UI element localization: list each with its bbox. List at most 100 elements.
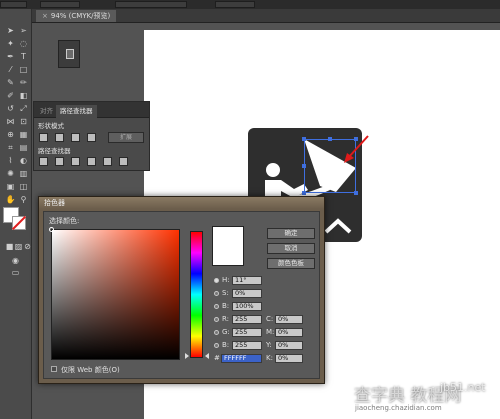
field-label-m: M: (266, 328, 275, 336)
crop-button[interactable] (87, 157, 96, 166)
blue-input[interactable]: 255 (232, 341, 262, 350)
selection-handle[interactable] (302, 164, 306, 168)
radio-blue[interactable] (214, 343, 219, 348)
hand-tool-icon[interactable]: ✋ (5, 194, 16, 205)
wave-chevron (324, 218, 352, 234)
select-color-label: 选择颜色: (49, 217, 80, 225)
eraser-tool-icon[interactable]: ◧ (18, 90, 29, 101)
stroke-color-swatch[interactable] (12, 216, 26, 230)
lasso-tool-icon[interactable]: ◌ (18, 38, 29, 49)
web-only-checkbox[interactable] (51, 366, 57, 372)
hue-slider-arrow-right[interactable] (205, 353, 209, 359)
slice-tool-icon[interactable]: ◫ (18, 181, 29, 192)
cancel-button[interactable]: 取消 (267, 243, 315, 254)
minus-front-button[interactable] (55, 133, 64, 142)
perspective-grid-tool-icon[interactable]: ▦ (18, 129, 29, 140)
drawing-mode-icon[interactable]: ◉ (10, 255, 21, 266)
field-label-h: H: (222, 276, 230, 284)
document-panel-icon[interactable] (66, 49, 74, 59)
divide-button[interactable] (39, 157, 48, 166)
mesh-tool-icon[interactable]: ⌗ (5, 142, 16, 153)
document-tab-bar: × 94% (CMYK/预览) (32, 9, 500, 23)
cyan-input[interactable]: 0% (275, 315, 303, 324)
eyedropper-tool-icon[interactable]: ⌇ (5, 155, 16, 166)
radio-hue[interactable] (214, 278, 219, 283)
hue-input[interactable]: 11° (232, 276, 262, 285)
pathfinder-panel: 对齐 路径查找器 形状模式 扩展 路径查找器 (33, 101, 150, 171)
paintbrush-tool-icon[interactable]: ✎ (5, 77, 16, 88)
dialog-title: 拾色器 (39, 197, 324, 209)
merge-button[interactable] (71, 157, 80, 166)
yellow-input[interactable]: 0% (275, 341, 303, 350)
free-transform-tool-icon[interactable]: ⊡ (18, 116, 29, 127)
spectrum-cursor[interactable] (49, 227, 54, 232)
hue-slider[interactable] (190, 231, 203, 358)
hex-input[interactable]: FFFFFF (221, 354, 262, 363)
control-segment[interactable] (0, 1, 27, 8)
web-only-label: 仅限 Web 颜色(O) (61, 366, 120, 374)
control-segment[interactable] (40, 1, 80, 8)
exclude-button[interactable] (87, 133, 96, 142)
graph-tool-icon[interactable]: ▥ (18, 168, 29, 179)
collapsed-panel[interactable] (58, 40, 80, 68)
document-tab[interactable]: × 94% (CMYK/预览) (36, 10, 117, 22)
rectangle-tool-icon[interactable]: □ (18, 64, 29, 75)
shape-builder-tool-icon[interactable]: ⊕ (5, 129, 16, 140)
black-input[interactable]: 0% (275, 354, 303, 363)
radio-saturation[interactable] (214, 291, 219, 296)
tab-pathfinder[interactable]: 路径查找器 (56, 105, 97, 118)
magic-wand-tool-icon[interactable]: ✦ (5, 38, 16, 49)
field-label-k: K: (266, 354, 273, 362)
hex-label: # (214, 354, 220, 362)
color-swatches-button[interactable]: 颜色色板 (267, 258, 315, 269)
selection-handle[interactable] (354, 191, 358, 195)
saturation-input[interactable]: 0% (232, 289, 262, 298)
tools-panel: ➤ ➢ ✦ ◌ ✒ T ⁄ □ ✎ ✏ ✐ ◧ ↺ ⤢ ⋈ ⊡ ⊕ ▦ ⌗ ▤ … (0, 9, 32, 419)
color-spectrum-field[interactable] (51, 229, 180, 360)
brightness-input[interactable]: 100% (232, 302, 262, 311)
color-preview-swatch (212, 226, 244, 266)
outline-button[interactable] (103, 157, 112, 166)
unite-button[interactable] (39, 133, 48, 142)
zoom-tool-icon[interactable]: ⚲ (18, 194, 29, 205)
blob-brush-tool-icon[interactable]: ✐ (5, 90, 16, 101)
control-segment[interactable] (215, 1, 255, 8)
tab-align[interactable]: 对齐 (36, 105, 57, 118)
hue-slider-arrow-left[interactable] (185, 353, 189, 359)
close-icon[interactable]: × (42, 12, 48, 20)
control-segment[interactable] (115, 1, 187, 8)
radio-brightness[interactable] (214, 304, 219, 309)
radio-green[interactable] (214, 330, 219, 335)
ok-button[interactable]: 确定 (267, 228, 315, 239)
none-mode-icon[interactable]: ⊘ (22, 241, 33, 252)
radio-red[interactable] (214, 317, 219, 322)
selection-handle[interactable] (302, 137, 306, 141)
gradient-tool-icon[interactable]: ▤ (18, 142, 29, 153)
selection-tool-icon[interactable]: ➤ (5, 25, 16, 36)
rotate-tool-icon[interactable]: ↺ (5, 103, 16, 114)
magenta-input[interactable]: 0% (275, 328, 303, 337)
field-label-y: Y: (266, 341, 272, 349)
intersect-button[interactable] (71, 133, 80, 142)
scale-tool-icon[interactable]: ⤢ (18, 103, 29, 114)
trim-button[interactable] (55, 157, 64, 166)
control-bar (0, 0, 500, 9)
pen-tool-icon[interactable]: ✒ (5, 51, 16, 62)
line-tool-icon[interactable]: ⁄ (5, 64, 16, 75)
screen-mode-icon[interactable]: ▭ (10, 267, 21, 278)
expand-button[interactable]: 扩展 (108, 132, 144, 143)
selection-handle[interactable] (328, 137, 332, 141)
direct-selection-tool-icon[interactable]: ➢ (18, 25, 29, 36)
pencil-tool-icon[interactable]: ✏ (18, 77, 29, 88)
minus-back-button[interactable] (119, 157, 128, 166)
artboard-tool-icon[interactable]: ▣ (5, 181, 16, 192)
symbol-sprayer-tool-icon[interactable]: ✺ (5, 168, 16, 179)
selection-handle[interactable] (302, 191, 306, 195)
red-input[interactable]: 255 (232, 315, 262, 324)
type-tool-icon[interactable]: T (18, 51, 29, 62)
field-label-r: R: (222, 315, 230, 323)
illustrator-window: × 94% (CMYK/预览) ➤ ➢ ✦ ◌ ✒ T ⁄ □ ✎ ✏ ✐ ◧ ↺… (0, 0, 500, 419)
width-tool-icon[interactable]: ⋈ (5, 116, 16, 127)
green-input[interactable]: 255 (232, 328, 262, 337)
blend-tool-icon[interactable]: ◐ (18, 155, 29, 166)
